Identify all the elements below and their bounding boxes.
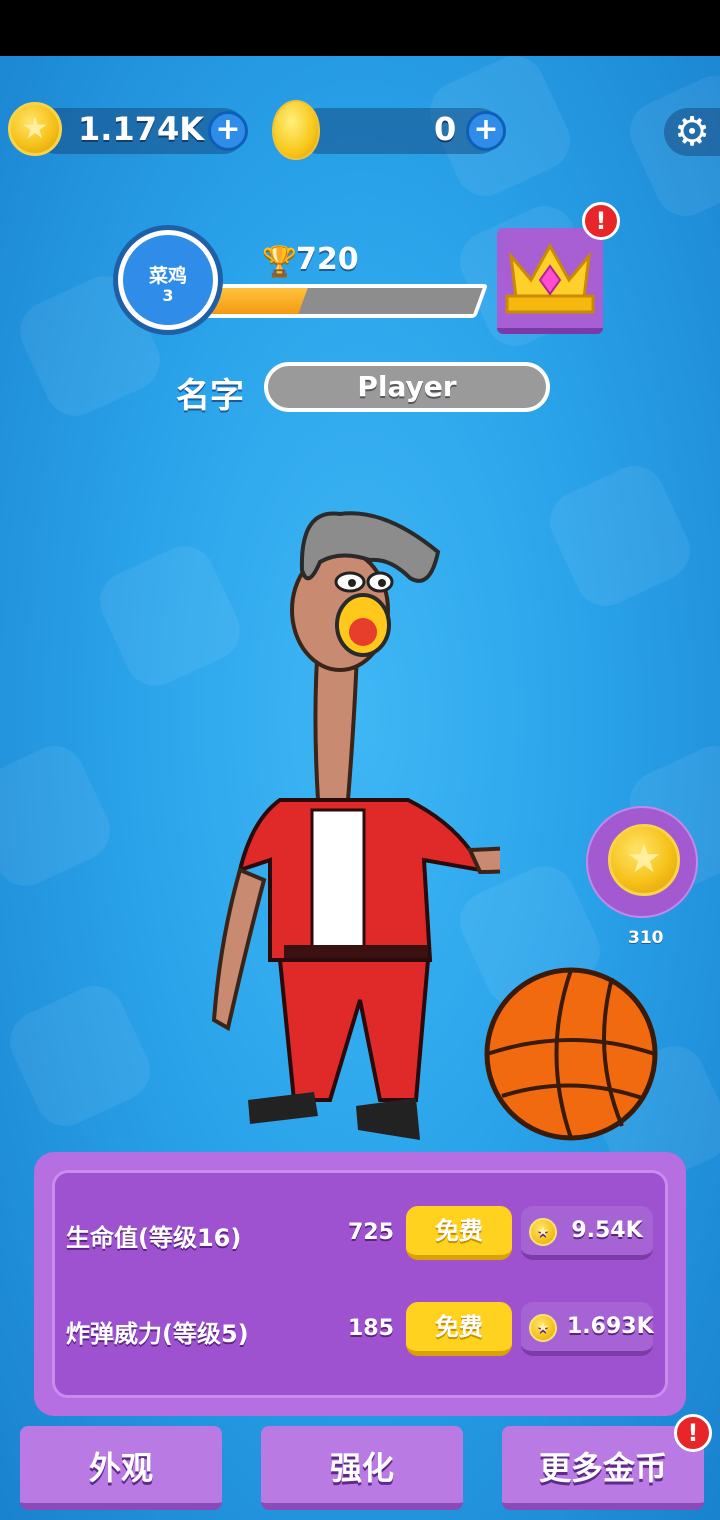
rank-level: 3	[162, 286, 174, 305]
star-coin-icon: ★	[529, 1314, 557, 1342]
gem-amount: 0	[434, 110, 457, 148]
trophy-icon: 🏆	[262, 244, 297, 277]
background-pattern	[0, 976, 160, 1136]
rank-progress-bar	[189, 284, 489, 318]
bomb-power-cost: 1.693K	[567, 1314, 654, 1339]
trophy-count: 720	[296, 242, 359, 277]
plus-icon: +	[473, 112, 499, 147]
bonus-coin-count: 310	[628, 928, 664, 948]
character-model	[211, 511, 500, 1140]
add-gems-button[interactable]: +	[466, 111, 506, 151]
plus-icon: +	[215, 112, 241, 147]
bomb-power-upgrade-label: 炸弹威力(等级5)	[66, 1320, 249, 1348]
rank-badge: 菜鸡 3	[118, 230, 218, 330]
bomb-power-buy-button[interactable]: ★ 1.693K	[521, 1302, 654, 1356]
star-coin-icon: ★	[529, 1218, 557, 1246]
crown-rewards-button[interactable]	[497, 228, 603, 334]
star-coin-icon: ★	[8, 102, 62, 156]
background-pattern	[0, 736, 120, 896]
health-upgrade-label: 生命值(等级16)	[66, 1224, 242, 1252]
name-label: 名字	[176, 376, 244, 416]
health-value: 725	[348, 1220, 394, 1245]
golden-egg-icon	[272, 100, 320, 160]
star-coin-icon: ★	[608, 824, 680, 896]
add-coins-button[interactable]: +	[208, 111, 248, 151]
coin-amount: 1.174K	[78, 110, 205, 148]
bomb-power-value: 185	[348, 1316, 394, 1341]
basketball	[484, 967, 658, 1141]
health-cost: 9.54K	[571, 1218, 643, 1243]
background-pattern	[540, 456, 700, 616]
more-coins-tab[interactable]: 更多金币	[502, 1426, 704, 1510]
rank-title: 菜鸡	[148, 265, 187, 287]
crown-icon	[505, 242, 595, 314]
appearance-tab[interactable]: 外观	[20, 1426, 222, 1510]
health-free-button[interactable]: 免费	[406, 1206, 512, 1260]
upgrade-panel	[34, 1152, 686, 1416]
player-name-field[interactable]: Player	[264, 362, 550, 412]
settings-button[interactable]: ⚙	[664, 108, 720, 156]
health-buy-button[interactable]: ★ 9.54K	[521, 1206, 653, 1260]
upgrade-tab[interactable]: 强化	[261, 1426, 463, 1510]
status-bar	[0, 0, 720, 56]
more-coins-alert-badge: !	[674, 1414, 712, 1452]
upgrade-panel-inner	[52, 1170, 668, 1398]
crown-alert-badge: !	[582, 202, 620, 240]
gear-icon: ⚙	[674, 109, 710, 155]
bonus-coin-button[interactable]: ★	[586, 806, 698, 918]
bomb-power-free-button[interactable]: 免费	[406, 1302, 512, 1356]
